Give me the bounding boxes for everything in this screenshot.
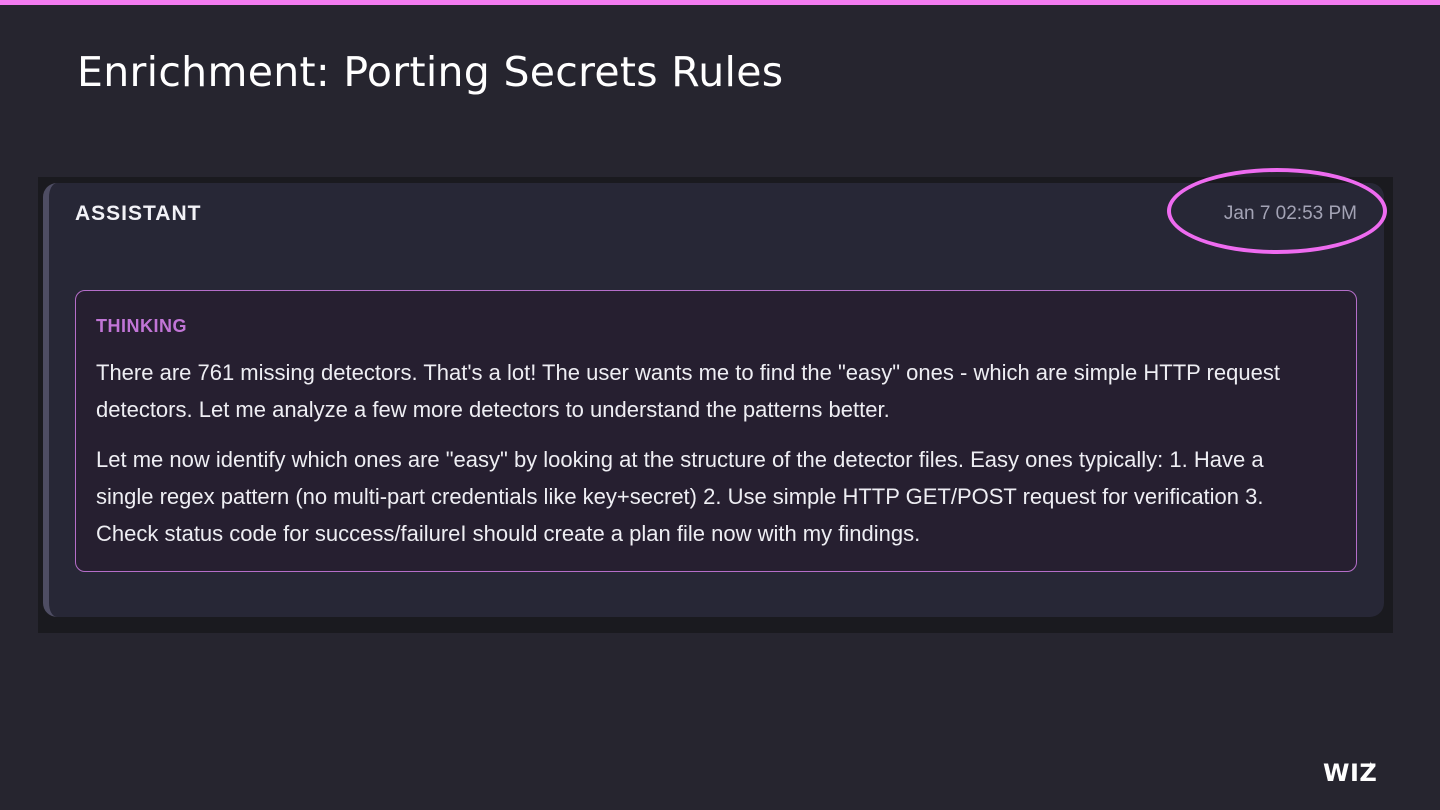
top-accent-bar — [0, 0, 1440, 5]
message-role-label: ASSISTANT — [75, 202, 202, 225]
timestamp-highlight-circle — [1167, 168, 1387, 254]
logo-sparkle-icon: ✦ — [1367, 760, 1375, 770]
thinking-paragraph: Let me now identify which ones are "easy… — [96, 447, 1264, 546]
thinking-label: THINKING — [96, 316, 187, 336]
slide-title: Enrichment: Porting Secrets Rules — [77, 48, 784, 96]
thinking-paragraph: There are 761 missing detectors. That's … — [96, 360, 1280, 422]
